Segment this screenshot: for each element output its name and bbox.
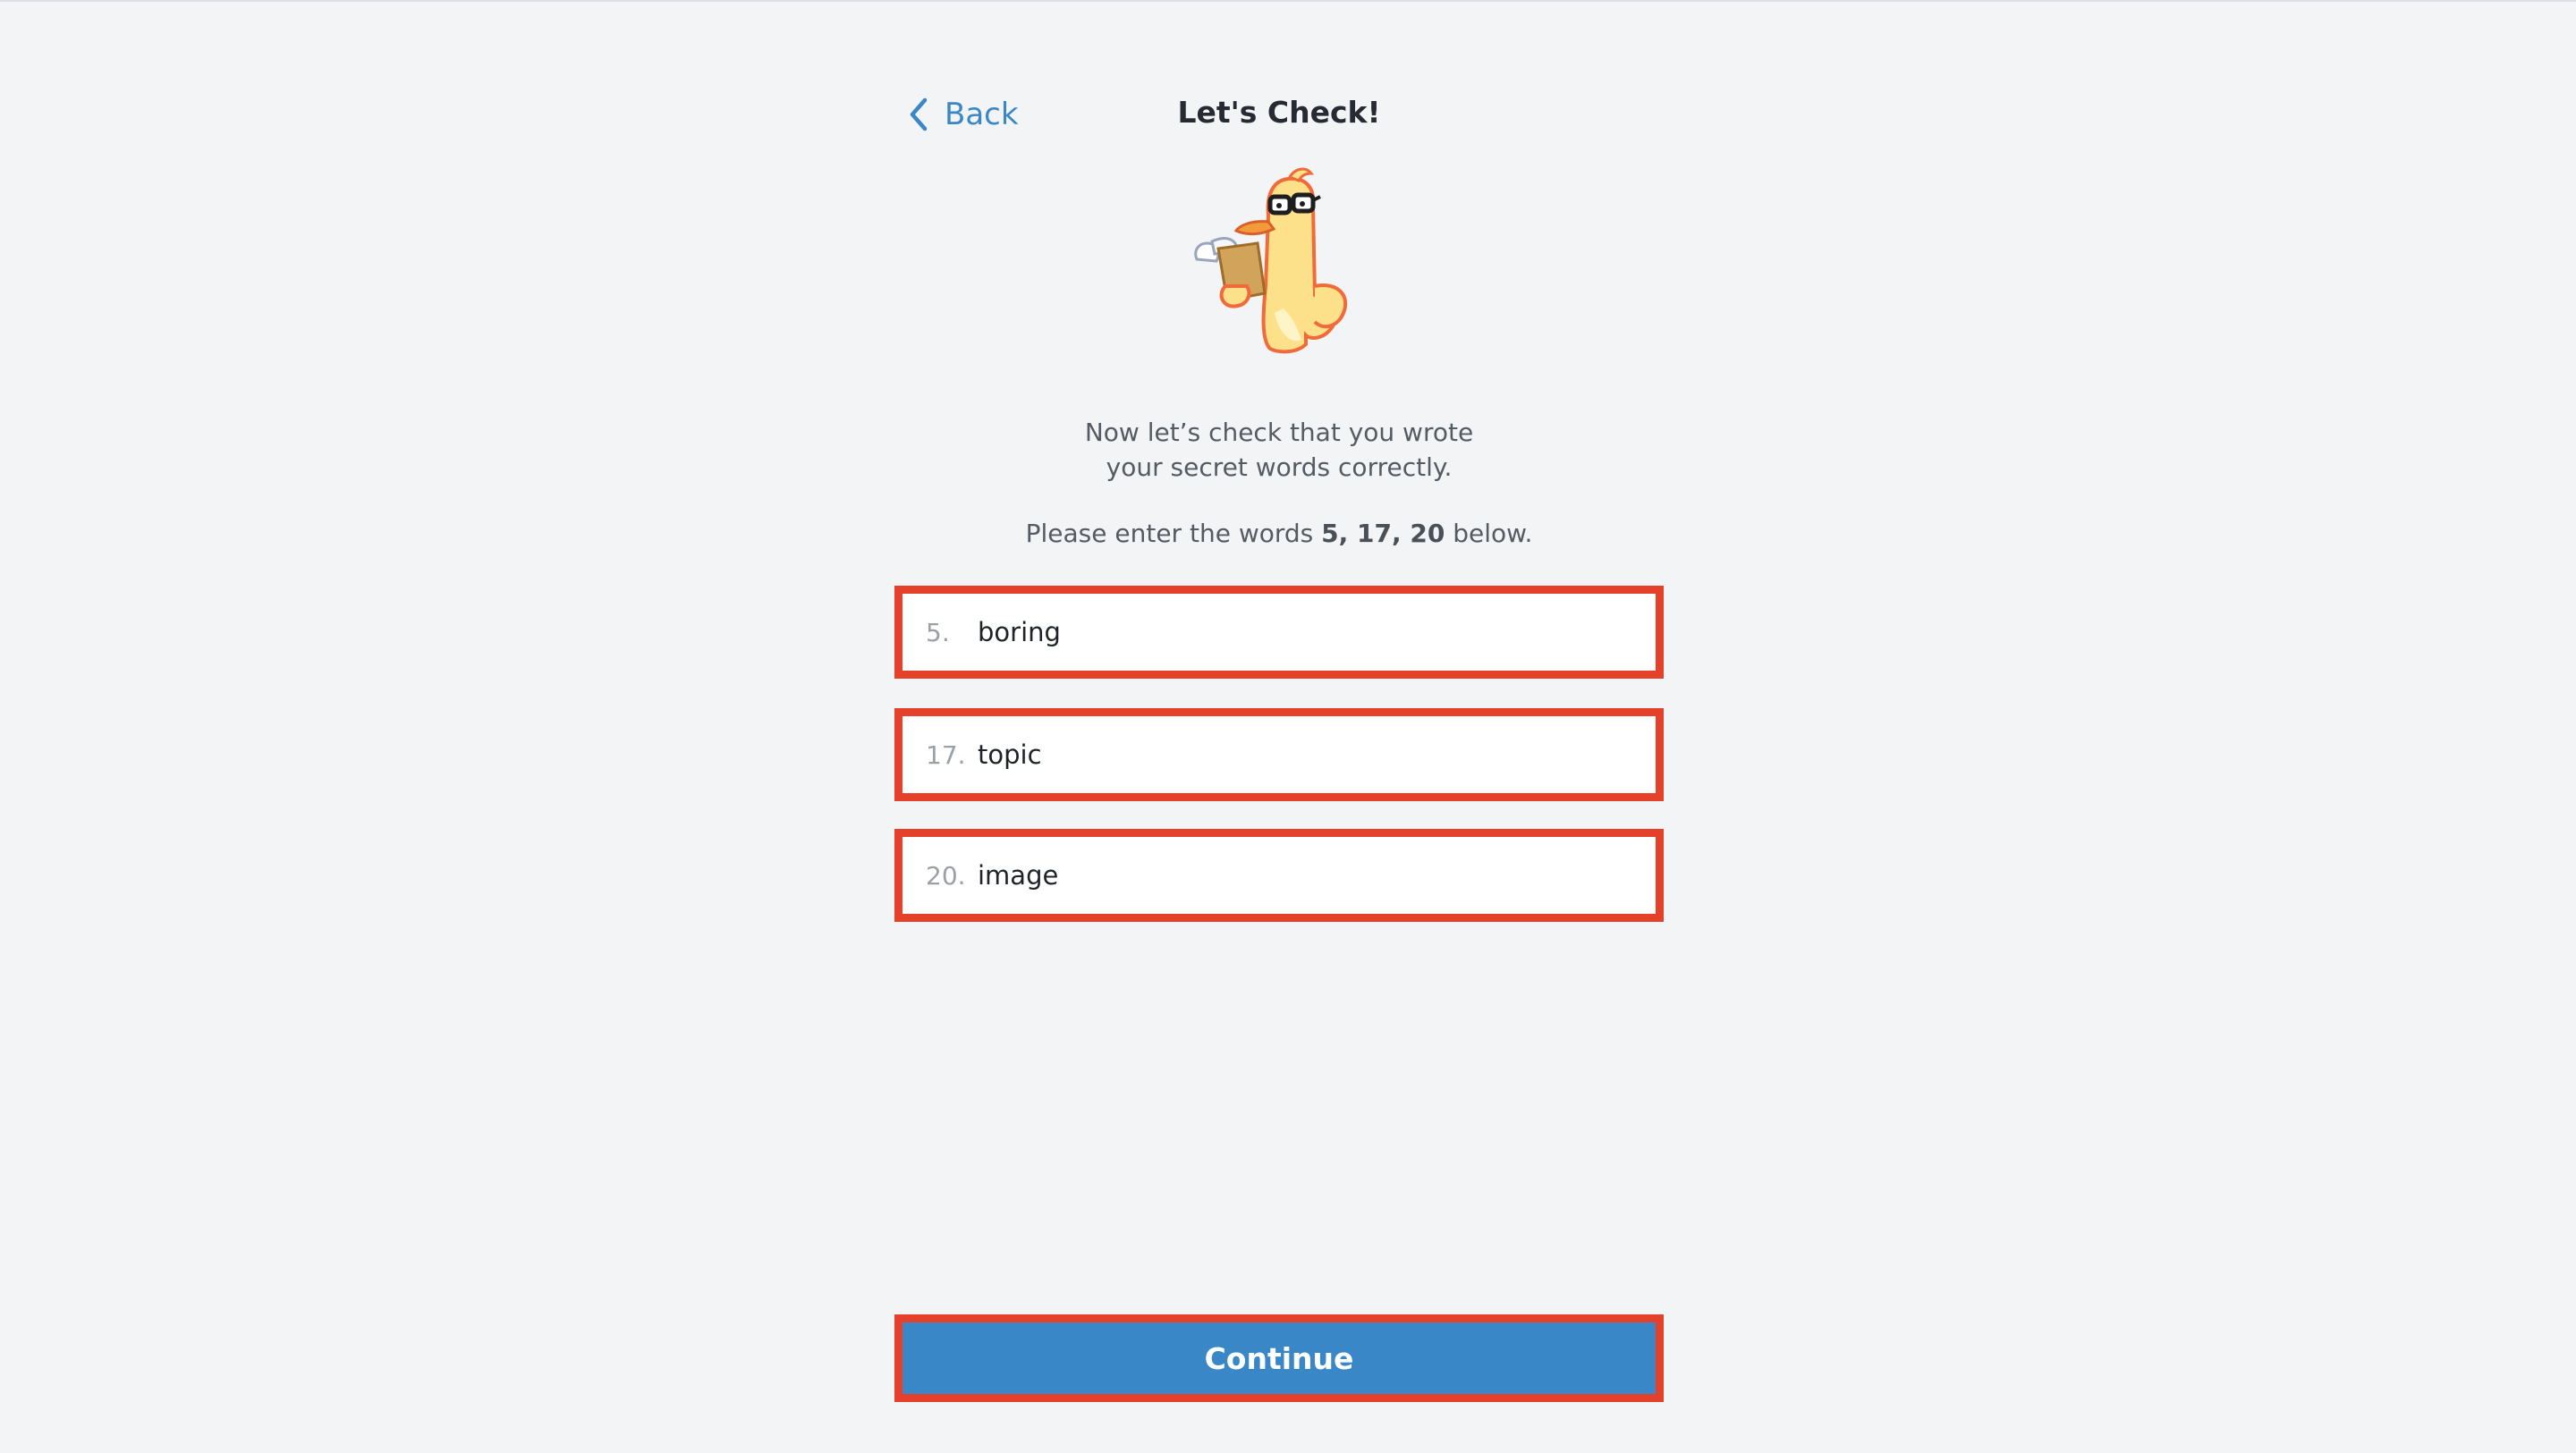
word-number-label: 17. [926,739,966,770]
check-words-screen: Back Let's Check! Now let’s check that y… [894,0,1664,1453]
continue-button[interactable]: Continue [894,1314,1664,1402]
word-prompt: Please enter the words 5, 17, 20 below. [894,519,1664,548]
word-number-label: 20. [926,860,966,891]
word-input[interactable] [978,739,1604,770]
word-field-17[interactable]: 17. [894,708,1664,801]
duck-with-glasses-notepad-icon [1194,167,1348,354]
page-title: Let's Check! [1177,95,1381,130]
word-field-5[interactable]: 5. [894,586,1664,679]
instruction-line-1: Now let’s check that you wrote [1084,418,1474,447]
prompt-prefix: Please enter the words [1025,519,1322,548]
word-input[interactable] [978,860,1604,891]
word-number-label: 5. [926,617,950,647]
word-input[interactable] [978,617,1604,647]
prompt-word-numbers: 5, 17, 20 [1321,519,1445,548]
instruction-line-2: your secret words correctly. [1106,452,1453,482]
word-field-20[interactable]: 20. [894,829,1664,922]
instruction-text: Now let’s check that you wrote your secr… [894,415,1664,485]
header: Back Let's Check! [894,89,1664,143]
prompt-suffix: below. [1445,519,1533,548]
